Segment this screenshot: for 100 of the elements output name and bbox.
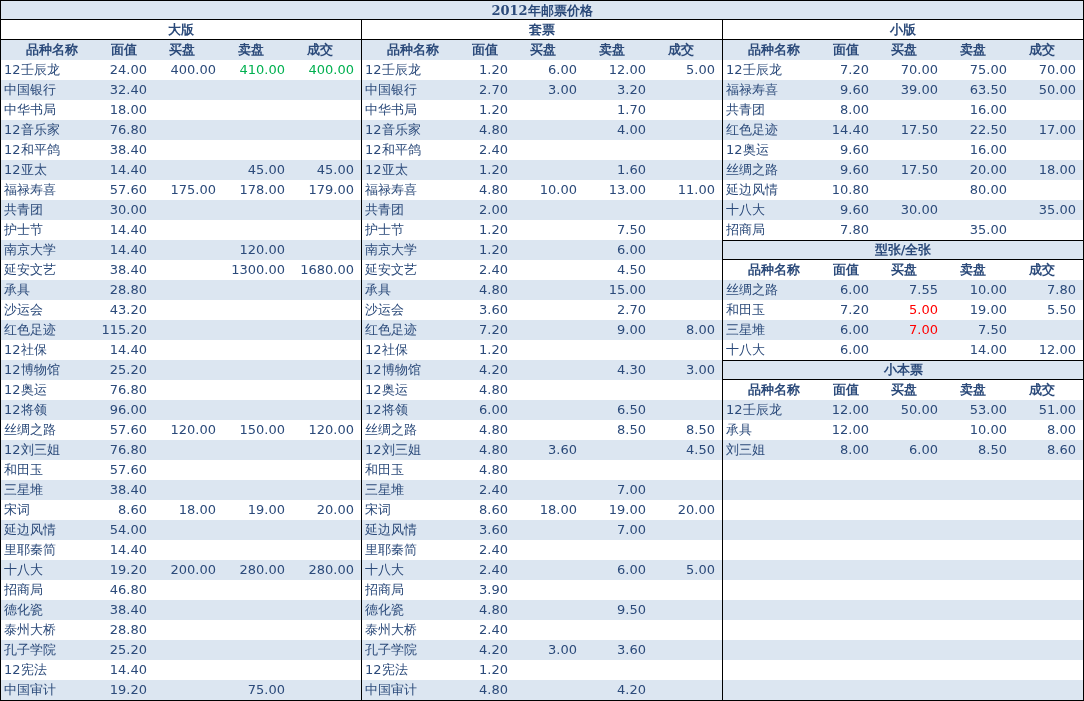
price-cell-text: 28.80 bbox=[108, 281, 148, 299]
stamp-name: 12奥运 bbox=[3, 381, 48, 399]
price-cell-text: 13.00 bbox=[607, 181, 647, 199]
stamp-name: 红色足迹 bbox=[3, 321, 57, 339]
price-cell-text: 76.80 bbox=[108, 381, 148, 399]
price-cell-text: 19.00 bbox=[607, 501, 647, 519]
price-cell-text: 3.90 bbox=[478, 581, 509, 599]
price-cell-text: 54.00 bbox=[108, 521, 148, 539]
price-cell-text: 8.60 bbox=[478, 501, 509, 519]
price-cell-text: 7.00 bbox=[616, 521, 647, 539]
price-cell-text: 120.00 bbox=[169, 421, 217, 439]
price-cell-text: 1.20 bbox=[478, 341, 509, 359]
price-cell-text: 43.20 bbox=[108, 301, 148, 319]
stamp-name: 12音乐家 bbox=[364, 121, 422, 139]
price-cell-text: 6.00 bbox=[616, 241, 647, 259]
price-cell-text: 9.60 bbox=[839, 161, 870, 179]
price-cell-text: 4.20 bbox=[478, 361, 509, 379]
price-cell-text: 7.50 bbox=[977, 321, 1008, 339]
column-header: 面值 bbox=[831, 261, 860, 279]
column-header: 卖盘 bbox=[959, 261, 987, 279]
price-cell-text: 7.00 bbox=[616, 481, 647, 499]
price-cell-text: 12.00 bbox=[830, 401, 870, 419]
price-cell-text: 51.00 bbox=[1037, 401, 1077, 419]
price-cell-text: 7.20 bbox=[839, 61, 870, 79]
stamp-name: 南京大学 bbox=[364, 241, 418, 259]
price-cell-text: 18.00 bbox=[177, 501, 217, 519]
stamp-name: 12将领 bbox=[364, 401, 409, 419]
price-cell-text: 178.00 bbox=[238, 181, 286, 199]
price-cell-text: 8.00 bbox=[839, 101, 870, 119]
column-header: 成交 bbox=[667, 41, 695, 59]
price-cell-text: 5.50 bbox=[1046, 301, 1077, 319]
price-cell-text: 410.00 bbox=[238, 61, 286, 79]
stamp-name: 承具 bbox=[364, 281, 392, 299]
price-cell-text: 2.40 bbox=[478, 261, 509, 279]
section-title: 大版 bbox=[1, 20, 361, 40]
price-cell-text: 1.20 bbox=[478, 101, 509, 119]
price-cell-text: 18.00 bbox=[538, 501, 578, 519]
stamp-name: 招商局 bbox=[725, 221, 766, 239]
price-cell-text: 38.40 bbox=[108, 481, 148, 499]
price-cell-text: 175.00 bbox=[169, 181, 217, 199]
stamp-name: 十八大 bbox=[364, 561, 405, 579]
price-cell-text: 120.00 bbox=[238, 241, 286, 259]
stamp-name: 共青团 bbox=[3, 201, 44, 219]
price-cell-text: 179.00 bbox=[307, 181, 355, 199]
price-cell-text: 9.60 bbox=[839, 141, 870, 159]
stamp-name: 12博物馆 bbox=[364, 361, 422, 379]
price-cell-text: 2.70 bbox=[616, 301, 647, 319]
price-cell-text: 7.20 bbox=[478, 321, 509, 339]
price-cell-text: 9.50 bbox=[616, 601, 647, 619]
price-cell-text: 3.60 bbox=[478, 521, 509, 539]
price-cell-text: 400.00 bbox=[307, 61, 355, 79]
price-cell-text: 38.40 bbox=[108, 261, 148, 279]
stamp-name: 泰州大桥 bbox=[364, 621, 418, 639]
stamp-name: 承具 bbox=[725, 421, 753, 439]
stamp-name: 招商局 bbox=[364, 581, 405, 599]
stamp-name: 丝绸之路 bbox=[725, 281, 779, 299]
stamp-name: 12壬辰龙 bbox=[364, 61, 422, 79]
price-cell-text: 19.00 bbox=[246, 501, 286, 519]
price-cell-text: 46.80 bbox=[108, 581, 148, 599]
price-cell-text: 8.50 bbox=[685, 421, 716, 439]
price-cell-text: 20.00 bbox=[676, 501, 716, 519]
stamp-name: 12刘三姐 bbox=[364, 441, 422, 459]
price-cell-text: 1.70 bbox=[616, 101, 647, 119]
stamp-name: 12宪法 bbox=[3, 661, 48, 679]
price-cell-text: 120.00 bbox=[307, 421, 355, 439]
price-cell-text: 280.00 bbox=[307, 561, 355, 579]
stamp-name: 丝绸之路 bbox=[3, 421, 57, 439]
stamp-name: 红色足迹 bbox=[364, 321, 418, 339]
stamp-name: 三星堆 bbox=[3, 481, 44, 499]
price-cell-text: 57.60 bbox=[108, 421, 148, 439]
price-cell-text: 70.00 bbox=[899, 61, 939, 79]
price-cell-text: 76.80 bbox=[108, 441, 148, 459]
price-cell-text: 14.40 bbox=[108, 221, 148, 239]
stamp-name: 延边风情 bbox=[3, 521, 57, 539]
price-cell-text: 38.40 bbox=[108, 141, 148, 159]
stamp-name: 中华书局 bbox=[3, 101, 57, 119]
price-cell-text: 10.00 bbox=[968, 421, 1008, 439]
stamp-name: 福禄寿喜 bbox=[364, 181, 418, 199]
stamp-name: 护士节 bbox=[364, 221, 405, 239]
stamp-name: 十八大 bbox=[3, 561, 44, 579]
stamp-name: 12和平鸽 bbox=[3, 141, 61, 159]
stamp-name: 承具 bbox=[3, 281, 31, 299]
price-cell-text: 50.00 bbox=[1037, 81, 1077, 99]
price-cell-text: 14.40 bbox=[108, 661, 148, 679]
stamp-name: 德化瓷 bbox=[364, 601, 405, 619]
stamp-name: 延边风情 bbox=[364, 521, 418, 539]
price-cell-text: 28.80 bbox=[108, 621, 148, 639]
stamp-name: 共青团 bbox=[725, 101, 766, 119]
stamp-name: 福禄寿喜 bbox=[725, 81, 779, 99]
price-cell-text: 14.40 bbox=[108, 541, 148, 559]
price-cell-text: 6.00 bbox=[839, 321, 870, 339]
price-cell-text: 35.00 bbox=[1037, 201, 1077, 219]
stamp-name: 中国银行 bbox=[3, 81, 57, 99]
price-cell-text: 2.00 bbox=[478, 201, 509, 219]
price-cell-text: 53.00 bbox=[968, 401, 1008, 419]
price-cell-text: 63.50 bbox=[968, 81, 1008, 99]
price-cell-text: 25.20 bbox=[108, 361, 148, 379]
price-cell-text: 8.00 bbox=[1046, 421, 1077, 439]
price-cell-text: 80.00 bbox=[968, 181, 1008, 199]
stamp-name: 12亚太 bbox=[3, 161, 48, 179]
